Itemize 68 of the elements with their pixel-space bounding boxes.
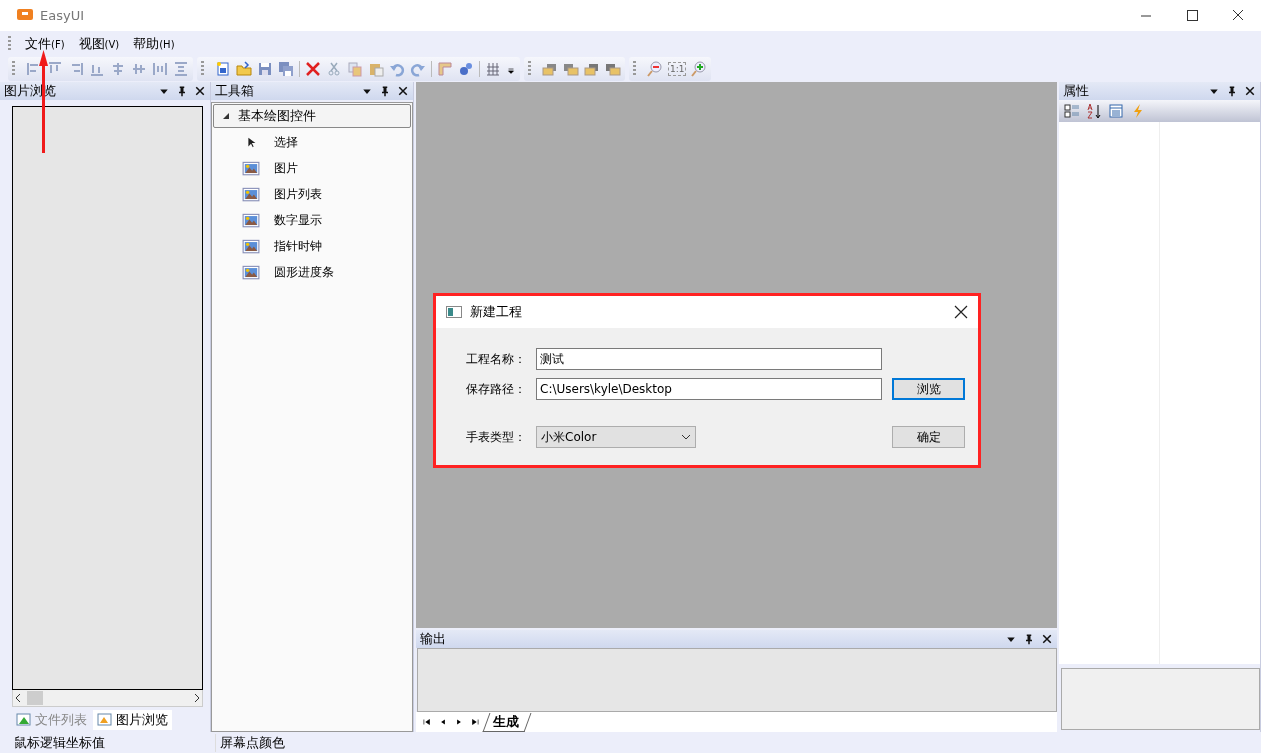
categorized-icon[interactable]	[1064, 103, 1080, 119]
dropdown-field[interactable]: 小米Color	[536, 426, 696, 448]
picture-icon	[97, 713, 113, 727]
grid-icon[interactable]	[485, 61, 501, 77]
menu-item[interactable]: 文件(F)	[19, 32, 71, 55]
horizontal-scrollbar[interactable]	[12, 690, 203, 707]
pin-icon[interactable]	[176, 85, 188, 97]
menu-item[interactable]: 视图(V)	[72, 32, 126, 55]
status-text: 屏幕点颜色	[215, 733, 426, 752]
pin-icon[interactable]	[1023, 633, 1035, 645]
picture-icon[interactable]	[241, 211, 261, 229]
window-icon	[446, 306, 462, 318]
pin-icon[interactable]	[379, 85, 391, 97]
last-icon[interactable]	[470, 716, 480, 728]
toolbox-item[interactable]: 图片列表	[274, 185, 322, 203]
input-field[interactable]: 测试	[536, 348, 882, 370]
close-icon[interactable]	[194, 85, 206, 97]
output-tab[interactable]: 生成	[482, 712, 532, 732]
field-label: 保存路径：	[466, 380, 527, 398]
toolbox-item[interactable]: 数字显示	[274, 211, 322, 229]
panel-title: 属性	[1063, 82, 1089, 100]
property-pages-icon[interactable]	[1108, 103, 1124, 119]
picture-icon[interactable]	[241, 237, 261, 255]
sort-alpha-icon[interactable]	[1086, 103, 1102, 119]
save-icon[interactable]	[257, 61, 273, 77]
first-icon[interactable]	[422, 716, 432, 728]
field-label: 手表类型：	[466, 428, 527, 446]
input-field[interactable]: C:\Users\kyle\Desktop	[536, 378, 882, 400]
toolbox-group-header[interactable]: 基本绘图控件	[213, 104, 411, 128]
close-icon[interactable]	[397, 85, 409, 97]
close-icon[interactable]	[954, 305, 968, 319]
toolbox-item[interactable]: 图片	[274, 159, 298, 177]
scroll-thumb[interactable]	[27, 691, 43, 705]
bring-forward-icon[interactable]	[542, 61, 558, 77]
field-label: 工程名称：	[466, 350, 527, 368]
scroll-right-icon[interactable]	[192, 693, 202, 703]
picture-icon[interactable]	[241, 159, 261, 177]
toolbox-item[interactable]: 选择	[274, 133, 298, 151]
toolbox-item[interactable]: 指针时钟	[274, 237, 322, 255]
send-back-icon[interactable]	[605, 61, 621, 77]
zoom-out-icon[interactable]	[647, 61, 663, 77]
menu-item[interactable]: 帮助(H)	[127, 32, 181, 55]
close-icon[interactable]	[1244, 85, 1256, 97]
delete-icon[interactable]	[305, 61, 321, 77]
expander-icon[interactable]	[222, 112, 230, 120]
toolbox-item[interactable]: 圆形进度条	[274, 263, 334, 281]
close-icon[interactable]	[1041, 633, 1053, 645]
panel-title: 输出	[420, 630, 446, 648]
picture-icon[interactable]	[241, 185, 261, 203]
browse-button[interactable]: 浏览	[892, 378, 965, 400]
picture-icon[interactable]	[241, 263, 261, 281]
save-all-icon[interactable]	[278, 61, 294, 77]
chevron-down-icon	[681, 434, 691, 440]
status-text: 鼠标逻辑坐标值	[13, 733, 106, 752]
panel-tab[interactable]: 图片浏览	[93, 710, 172, 730]
window-title: EasyUI	[40, 8, 84, 23]
zoom-in-icon[interactable]	[691, 61, 708, 77]
send-backward-icon[interactable]	[563, 61, 579, 77]
open-icon[interactable]	[236, 61, 252, 77]
new-file-icon[interactable]	[215, 61, 231, 77]
picture-icon	[16, 713, 32, 727]
panel-title: 工具箱	[215, 82, 254, 100]
ok-button[interactable]: 确定	[892, 426, 965, 448]
pin-icon[interactable]	[1226, 85, 1238, 97]
dialog-title: 新建工程	[470, 303, 522, 321]
scroll-left-icon[interactable]	[13, 693, 23, 703]
bring-front-icon[interactable]	[584, 61, 600, 77]
actual-size-button[interactable]: 1:1	[668, 62, 687, 76]
